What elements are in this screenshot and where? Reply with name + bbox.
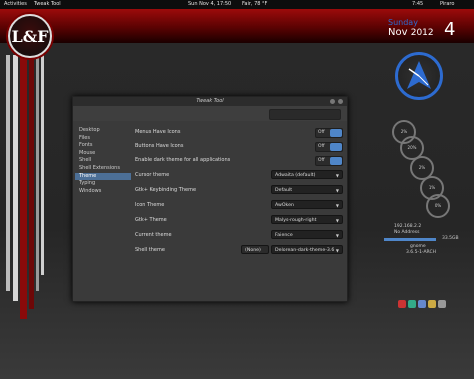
combo-box[interactable]: AwOken ▼ (271, 200, 343, 209)
sidebar-item[interactable]: Mouse (75, 150, 131, 158)
sidebar-item[interactable]: Shell (75, 157, 131, 165)
sidebar-item[interactable]: Typing (75, 180, 131, 188)
dock-icon[interactable] (438, 300, 446, 308)
combo-box[interactable]: Delorean-dark-theme-3.6 ▼ (271, 245, 343, 254)
combo-box[interactable]: Default ▼ (271, 185, 343, 194)
day-label: 4 (444, 19, 456, 40)
toggle-knob (330, 157, 342, 165)
setting-row: Cursor theme Adwaita (default) ▼ (135, 170, 345, 180)
setting-label: Buttons Have Icons (135, 143, 184, 149)
combo-value: Adwaita (default) (275, 173, 316, 178)
shell-theme-file-button[interactable]: (None) (241, 245, 269, 254)
setting-label: Current theme (135, 232, 172, 238)
combo-box[interactable]: Adwaita (default) ▼ (271, 170, 343, 179)
setting-row: Gtk+ Theme Malys-rough-right ▼ (135, 215, 345, 225)
dropdown-arrow-icon: ▼ (335, 218, 339, 223)
combo-value: Faience (275, 233, 293, 238)
sidebar-item[interactable]: Files (75, 135, 131, 143)
dropdown-arrow-icon: ▼ (335, 233, 339, 238)
clock-widget: Sunday Nov 2012 4 (388, 18, 468, 40)
setting-row: Icon Theme AwOken ▼ (135, 200, 345, 210)
dock-icon[interactable] (418, 300, 426, 308)
gauge-mem: 20% (407, 145, 417, 150)
search-input[interactable] (269, 109, 341, 120)
gauge-net: 0% (434, 203, 442, 208)
sidebar-item[interactable]: Desktop (75, 127, 131, 135)
disk-bar (384, 238, 436, 241)
logo-text: L&F (11, 26, 49, 46)
combo-value: Delorean-dark-theme-3.6 (275, 248, 335, 253)
setting-row: Enable dark theme for all applications Of… (135, 155, 345, 166)
setting-row: Menus Have Icons Off (135, 127, 345, 138)
app-menu[interactable]: Tweak Tool (34, 0, 61, 9)
dock-icon[interactable] (398, 300, 406, 308)
combo-box[interactable]: Malys-rough-right ▼ (271, 215, 343, 224)
dropdown-arrow-icon: ▼ (335, 188, 339, 193)
gauge-swap: 2% (418, 165, 426, 170)
toggle-state: Off (318, 144, 325, 149)
setting-label: Shell theme (135, 247, 165, 253)
setting-label: Icon Theme (135, 202, 165, 208)
month-label: Nov (388, 27, 408, 38)
dropdown-arrow-icon: ▼ (335, 248, 339, 253)
gauge-cpu: 2% (400, 129, 408, 134)
weather-label[interactable]: Fair, 78 °F (242, 0, 267, 9)
weekday-label: Sunday (388, 18, 418, 27)
combo-value: Malys-rough-right (275, 218, 317, 223)
dock-icon[interactable] (408, 300, 416, 308)
setting-label: Gtk+ Keybinding Theme (135, 187, 197, 193)
combo-value: Default (275, 188, 293, 193)
setting-label: Cursor theme (135, 172, 170, 178)
toggle-switch[interactable]: Off (315, 128, 343, 138)
toggle-switch[interactable]: Off (315, 142, 343, 152)
setting-row: Current theme Faience ▼ (135, 230, 345, 240)
dock (398, 300, 458, 308)
setting-label: Enable dark theme for all applications (135, 157, 231, 163)
user-menu[interactable]: Piraro (440, 0, 454, 9)
toggle-state: Off (318, 130, 325, 135)
toggle-switch[interactable]: Off (315, 156, 343, 166)
combo-value: AwOken (275, 203, 294, 208)
setting-row: Gtk+ Keybinding Theme Default ▼ (135, 185, 345, 195)
dock-icon[interactable] (428, 300, 436, 308)
toggle-knob (330, 129, 342, 137)
analog-clock (395, 52, 443, 100)
kernel-version: 3.6.5-1-ARCH (406, 250, 436, 255)
toolbar (73, 106, 347, 121)
toggle-knob (330, 143, 342, 151)
desktop-env: gnome (410, 244, 426, 249)
activities-button[interactable]: Activities (4, 0, 27, 9)
window-title: Tweak Tool (196, 98, 224, 104)
setting-label: Gtk+ Theme (135, 217, 167, 223)
top-bar: Activities Tweak Tool Sun Nov 4, 17:50 F… (0, 0, 474, 9)
external-ip: No Address (394, 230, 420, 235)
gauge-disk: 1% (428, 185, 436, 190)
window-titlebar[interactable]: Tweak Tool (73, 97, 347, 106)
sidebar-item[interactable]: Windows (75, 188, 131, 196)
year-label: 2012 (410, 28, 434, 38)
sidebar-item[interactable]: Fonts (75, 142, 131, 150)
sidebar-item[interactable]: Theme (75, 172, 131, 181)
sidebar: Desktop Files Fonts Mouse Shell Shell Extensi… (75, 127, 131, 297)
toggle-state: Off (318, 158, 325, 163)
lf-logo: L&F (8, 14, 52, 58)
setting-row: Buttons Have Icons Off (135, 141, 345, 152)
ip-address: 192.168.2.2 (394, 224, 422, 229)
setting-row: Shell theme Delorean-dark-theme-3.6 ▼ (None… (135, 245, 345, 255)
battery-label[interactable]: 7:45 (412, 0, 423, 9)
dropdown-arrow-icon: ▼ (335, 173, 339, 178)
clock-label[interactable]: Sun Nov 4, 17:50 (188, 0, 231, 9)
minimize-icon[interactable] (330, 99, 335, 104)
tweak-tool-window[interactable]: Tweak Tool Desktop Files Fonts Mouse Shell Sh… (72, 96, 348, 302)
combo-box[interactable]: Faience ▼ (271, 230, 343, 239)
arch-logo-icon (407, 61, 431, 89)
dropdown-arrow-icon: ▼ (335, 203, 339, 208)
close-icon[interactable] (338, 99, 343, 104)
setting-label: Menus Have Icons (135, 129, 181, 135)
disk-size: 33.5GB (442, 236, 459, 241)
sidebar-item[interactable]: Shell Extensions (75, 165, 131, 173)
